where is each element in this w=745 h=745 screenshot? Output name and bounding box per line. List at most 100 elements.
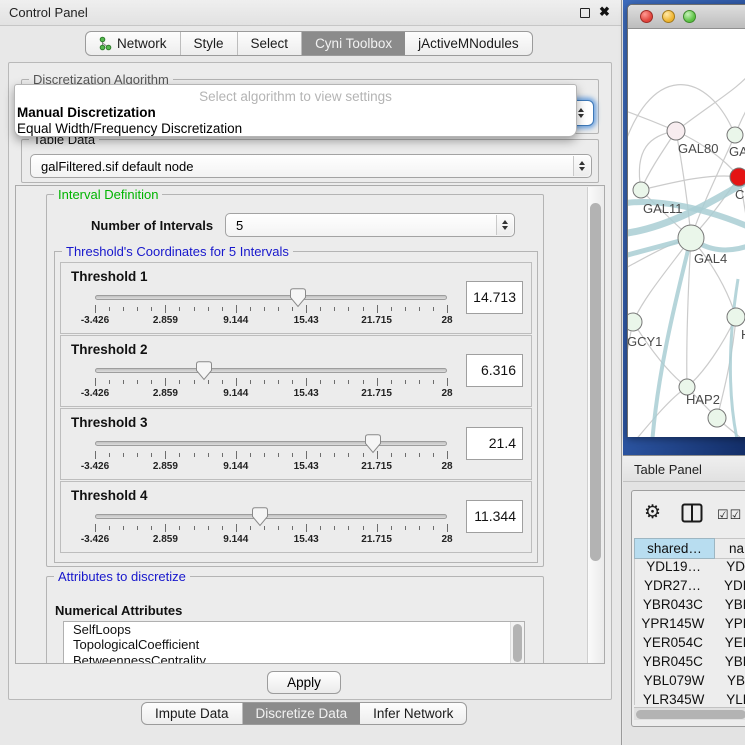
slider-track[interactable] xyxy=(95,295,447,300)
tab-infer-network[interactable]: Infer Network xyxy=(360,703,466,724)
cell-shared-name[interactable]: YBR045C xyxy=(635,654,711,673)
table-row[interactable]: YDR27…YDR2 xyxy=(635,578,745,597)
close-icon[interactable]: ✖ xyxy=(599,4,610,20)
slider-thumb[interactable] xyxy=(289,288,307,311)
cell-name[interactable]: YDL1 xyxy=(712,559,745,578)
cell-name[interactable]: YER0 xyxy=(711,635,745,654)
slider-tick xyxy=(292,526,293,530)
scrollbar-thumb[interactable] xyxy=(590,203,601,561)
popup-item-equal-width-frequency-discretization[interactable]: Equal Width/Frequency Discretization xyxy=(17,121,242,136)
network-node-gcy1[interactable] xyxy=(628,313,642,331)
threshold-value-field[interactable]: 6.316 xyxy=(466,354,523,387)
zoom-traffic-light[interactable] xyxy=(683,10,696,23)
network-edge[interactable] xyxy=(676,69,745,131)
slider-tick xyxy=(278,380,279,384)
column-header-shared[interactable]: shared… xyxy=(634,538,715,559)
checkbox-icons[interactable]: ☑☑ xyxy=(717,507,742,523)
threshold-slider[interactable]: -3.4262.8599.14415.4321.71528 xyxy=(95,360,447,406)
network-node-gal80[interactable] xyxy=(667,122,685,140)
popup-item-manual-discretization[interactable]: Manual Discretization xyxy=(17,105,156,120)
number-of-intervals-select[interactable]: 5 xyxy=(225,213,515,237)
network-window-titlebar[interactable] xyxy=(628,5,745,29)
gear-icon[interactable]: ⚙ xyxy=(644,501,661,524)
cell-shared-name[interactable]: YER054C xyxy=(635,635,711,654)
horizontal-scrollbar[interactable] xyxy=(634,707,745,720)
numerical-attributes-list[interactable]: SelfLoopsTopologicalCoefficientBetweenne… xyxy=(63,621,525,664)
cell-shared-name[interactable]: YBL079W xyxy=(635,673,713,692)
threshold-slider[interactable]: -3.4262.8599.14415.4321.71528 xyxy=(95,433,447,479)
cell-shared-name[interactable]: YBR043C xyxy=(635,597,711,616)
table-row[interactable]: YLR345WYLR3 xyxy=(635,692,745,705)
network-node-ga[interactable] xyxy=(727,127,743,143)
threshold-slider[interactable]: -3.4262.8599.14415.4321.71528 xyxy=(95,287,447,333)
slider-track[interactable] xyxy=(95,441,447,446)
cell-shared-name[interactable]: YDL19… xyxy=(635,559,712,578)
cell-shared-name[interactable]: YDR27… xyxy=(635,578,710,597)
float-window-icon[interactable] xyxy=(580,8,590,18)
table-row[interactable]: YPR145WYPR1 xyxy=(635,616,745,635)
tab-network[interactable]: Network xyxy=(86,32,181,55)
tab-jactivemnodules[interactable]: jActiveMNodules xyxy=(405,32,532,55)
attribute-item-betweennesscentrality[interactable]: BetweennessCentrality xyxy=(64,653,524,664)
network-node[interactable] xyxy=(708,409,726,427)
slider-thumb[interactable] xyxy=(251,507,269,530)
attribute-item-topologicalcoefficient[interactable]: TopologicalCoefficient xyxy=(64,637,524,652)
slider-tick xyxy=(109,380,110,384)
network-node-gal4[interactable] xyxy=(678,225,704,251)
network-edge[interactable] xyxy=(628,322,633,394)
tab-discretize-data[interactable]: Discretize Data xyxy=(243,703,361,724)
slider-track[interactable] xyxy=(95,514,447,519)
slider-tick xyxy=(433,526,434,530)
tab-cyni-toolbox[interactable]: Cyni Toolbox xyxy=(302,32,405,55)
slider-tick xyxy=(306,378,307,386)
tab-impute-data[interactable]: Impute Data xyxy=(142,703,243,724)
cell-name[interactable]: YDR2 xyxy=(710,578,745,597)
slider-tick-label: 15.43 xyxy=(294,388,319,399)
close-traffic-light[interactable] xyxy=(640,10,653,23)
apply-button[interactable]: Apply xyxy=(267,671,341,694)
slider-tick xyxy=(320,526,321,530)
threshold-value-field[interactable]: 11.344 xyxy=(466,500,523,533)
cell-name[interactable]: YLR3 xyxy=(712,692,745,705)
column-header-name[interactable]: na xyxy=(715,538,745,559)
scrollbar-thumb[interactable] xyxy=(636,710,745,719)
network-edge[interactable] xyxy=(641,131,676,190)
stepper-up-icon xyxy=(502,220,508,224)
table-row[interactable]: YBR045CYBR0 xyxy=(635,654,745,673)
table-row[interactable]: YBR043CYBR0 xyxy=(635,597,745,616)
network-edge[interactable] xyxy=(641,176,739,190)
slider-tick xyxy=(348,453,349,457)
table-row[interactable]: YBL079WYBL0 xyxy=(635,673,745,692)
threshold-value-field[interactable]: 21.4 xyxy=(466,427,523,460)
network-edge[interactable] xyxy=(687,317,736,387)
minimize-traffic-light[interactable] xyxy=(662,10,675,23)
cell-shared-name[interactable]: YLR345W xyxy=(635,692,712,705)
popup-hint: Select algorithm to view settings xyxy=(15,89,576,104)
cell-name[interactable]: YBR0 xyxy=(711,597,745,616)
slider-thumb[interactable] xyxy=(364,434,382,457)
threshold-slider[interactable]: -3.4262.8599.14415.4321.71528 xyxy=(95,506,447,552)
columns-icon[interactable] xyxy=(681,503,703,526)
attribute-item-selfloops[interactable]: SelfLoops xyxy=(64,622,524,637)
tab-style[interactable]: Style xyxy=(181,32,238,55)
combo-stepper[interactable] xyxy=(496,215,513,235)
network-node-c[interactable] xyxy=(730,168,745,186)
cell-name[interactable]: YPR1 xyxy=(711,616,745,635)
scrollbar-thumb[interactable] xyxy=(513,624,522,662)
slider-track[interactable] xyxy=(95,368,447,373)
threshold-value-field[interactable]: 14.713 xyxy=(466,281,523,314)
tab-select[interactable]: Select xyxy=(238,32,303,55)
combo-stepper[interactable] xyxy=(573,156,590,176)
cell-name[interactable]: YBL0 xyxy=(713,673,745,692)
network-node-h[interactable] xyxy=(727,308,745,326)
table-row[interactable]: YER054CYER0 xyxy=(635,635,745,654)
cell-name[interactable]: YBR0 xyxy=(711,654,745,673)
table-data-select[interactable]: galFiltered.sif default node xyxy=(30,154,592,178)
network-canvas[interactable]: GAL80GACGAL11GAL4GCY1HHAP2 xyxy=(628,29,745,437)
network-node-gal11[interactable] xyxy=(633,182,649,198)
cell-shared-name[interactable]: YPR145W xyxy=(635,616,711,635)
attribute-list-scrollbar[interactable] xyxy=(510,622,524,664)
vertical-scrollbar[interactable] xyxy=(587,187,603,664)
table-row[interactable]: YDL19…YDL1 xyxy=(635,559,745,578)
slider-thumb[interactable] xyxy=(195,361,213,384)
